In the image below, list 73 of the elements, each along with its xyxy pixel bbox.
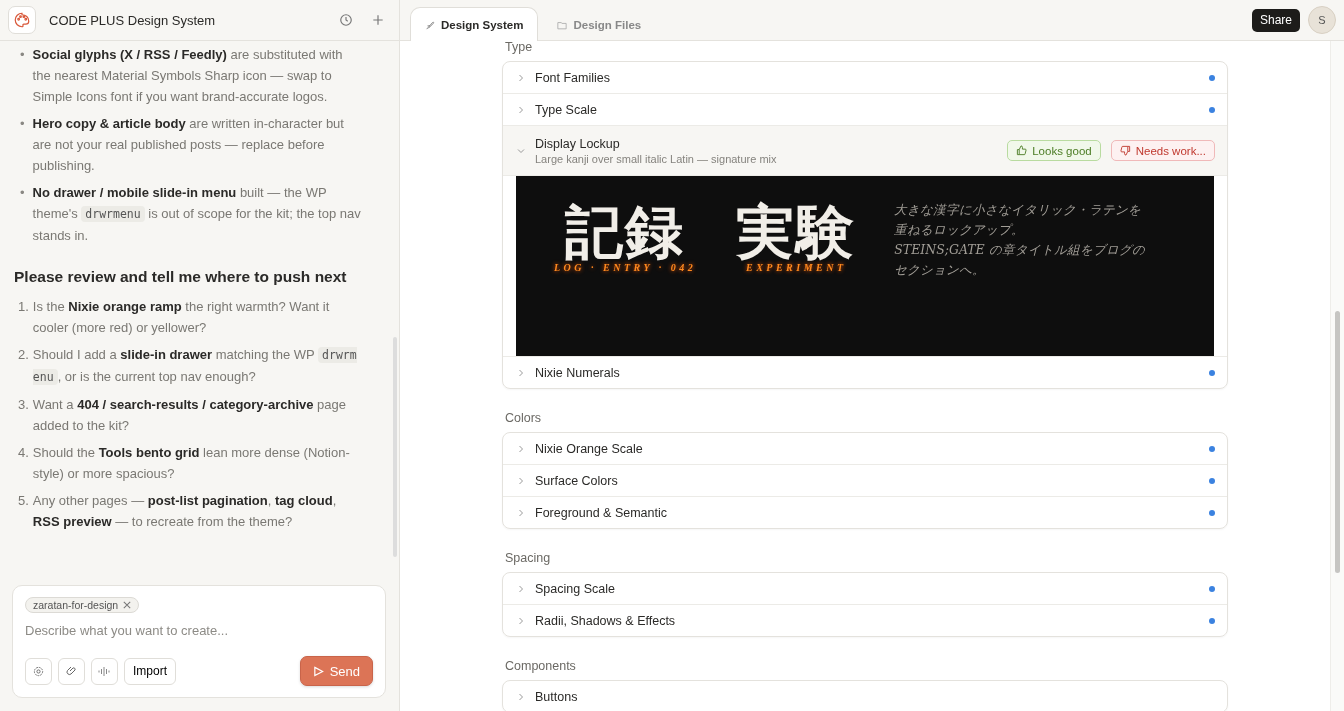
thumbs-up-icon (1016, 145, 1028, 156)
reject-button[interactable]: Needs work... (1110, 140, 1215, 161)
kanji-title: 記録 (565, 200, 686, 264)
kanji-title: 実験 (736, 200, 857, 264)
accordion-row[interactable]: Surface Colors (503, 465, 1227, 496)
voice-button[interactable] (91, 657, 118, 685)
prompt-field[interactable]: Describe what you want to create... (25, 623, 373, 638)
accordion-row[interactable]: Nixie Orange Scale (503, 433, 1227, 464)
list-number: 1. (18, 298, 29, 316)
send-icon (312, 665, 324, 677)
row-title: Buttons (535, 689, 579, 704)
row-title: Font Families (535, 70, 612, 85)
project-title: CODE PLUS Design System (49, 12, 217, 28)
thumbs-down-icon (1119, 145, 1131, 156)
close-icon[interactable] (123, 601, 132, 609)
accordion-row[interactable]: Font Families (503, 62, 1227, 93)
settings-icon (33, 665, 44, 677)
question-item: Should I add a slide-in drawer matching the WP drwrmenu , or is the current top nav enough? (32, 346, 358, 387)
skill-chip[interactable]: zaratan-for-design (25, 597, 140, 613)
note-item: Social glyphs (X / RSS / Feedly) are substituted with the nearest Material Symbols Sharp icon — swap to Simple Icons font if you want brand-accurate logos. (32, 46, 344, 106)
section-label: Type (505, 41, 534, 54)
list-number: 5. (18, 492, 29, 510)
tab[interactable]: Design System (410, 7, 539, 41)
row-title: Nixie Numerals (535, 365, 621, 380)
history-icon[interactable] (339, 13, 353, 27)
note-item: No drawer / mobile slide-in menu built — the WP theme's drwrmenu is out of scope for the kit; the top nav stands in. (32, 184, 362, 245)
accordion-row[interactable]: Foreground & Semantic (503, 497, 1227, 528)
bullet: • (20, 115, 25, 133)
list-number: 4. (18, 444, 29, 462)
user-avatar[interactable]: S (1308, 6, 1336, 34)
section-label: Spacing (505, 551, 552, 565)
feather-icon (425, 19, 435, 30)
latin-caption: LOG · ENTRY · 042 (554, 262, 697, 273)
question-item: Is the Nixie orange ramp the right warmth? Want it cooler (more red) or yellower? (32, 298, 331, 337)
accordion-row[interactable]: Display Lockup Large kanji over small italic Latin — signature mix Looks good Needs work... (503, 126, 1227, 176)
latin-caption: EXPERIMENT (746, 262, 847, 273)
row-title: Spacing Scale (535, 581, 616, 596)
note-item: Hero copy & article body are written in-character but are not your real published posts — replace before publishing. (32, 115, 345, 175)
accordion-row[interactable]: Type Scale (503, 94, 1227, 125)
bullet: • (20, 184, 25, 202)
row-description: Large kanji over small italic Latin — signature mix (535, 152, 778, 165)
app-logo[interactable] (8, 6, 36, 34)
section-heading: Please review and tell me where to push next (14, 268, 348, 286)
plus-icon[interactable] (371, 13, 385, 27)
palette-icon (13, 11, 31, 29)
question-item: Want a 404 / search-results / category-archive page added to the kit? (32, 396, 347, 435)
row-title: Display Lockup (535, 136, 621, 151)
scrollbar[interactable] (1335, 311, 1340, 573)
row-title: Type Scale (535, 102, 598, 117)
question-item: Should the Tools bento grid lean more dense (Notion-style) or more spacious? (32, 444, 351, 483)
row-title: Surface Colors (535, 473, 619, 488)
row-title: Radii, Shadows & Effects (535, 613, 677, 628)
bullet: • (20, 46, 25, 64)
accordion-row[interactable]: Buttons (503, 681, 1227, 711)
question-item: Any other pages — post-list pagination, tag cloud, RSS preview — to recreate from the theme? (32, 492, 338, 531)
list-number: 3. (18, 396, 29, 414)
row-title: Nixie Orange Scale (535, 441, 644, 456)
approve-button[interactable]: Looks good (1007, 140, 1101, 161)
accordion-row[interactable]: Spacing Scale (503, 573, 1227, 604)
settings-button[interactable] (25, 657, 52, 685)
accordion-row[interactable]: Radii, Shadows & Effects (503, 605, 1227, 636)
attach-button[interactable] (58, 657, 85, 685)
section-label: Colors (505, 411, 543, 425)
import-button[interactable]: Import (124, 657, 176, 685)
row-title: Foreground & Semantic (535, 505, 668, 520)
section-label: Components (505, 659, 577, 673)
paperclip-icon (65, 665, 78, 677)
folder-icon (557, 20, 568, 30)
share-button[interactable]: Share (1251, 8, 1300, 32)
list-number: 2. (18, 346, 29, 364)
waveform-icon (98, 665, 111, 677)
accordion-row[interactable]: Nixie Numerals (503, 357, 1227, 388)
sample-paragraph: 大きな漢字に小さなイタリック・ラテンを 重ねるロックアップ。 STEINS;GATE の章タイトル組をブログの セクションへ。 (894, 201, 1145, 279)
